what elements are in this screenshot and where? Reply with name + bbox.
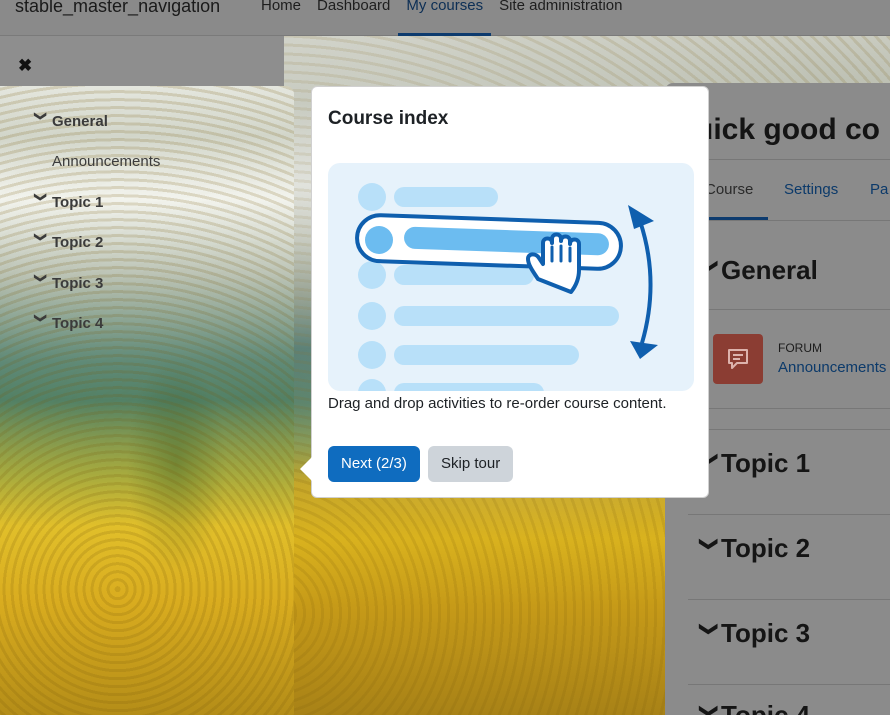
course-index-activity-label: Announcements — [52, 153, 161, 170]
tab-participants[interactable]: Pa — [870, 181, 888, 198]
chevron-down-icon[interactable]: ❯ — [34, 232, 48, 254]
section-title: Topic 3 — [721, 618, 811, 648]
course-title: uick good co — [695, 113, 881, 146]
divider — [688, 408, 890, 409]
course-index-section-topic-2[interactable]: ❯ Topic 2 — [30, 232, 104, 254]
skip-tour-button[interactable]: Skip tour — [428, 446, 514, 482]
course-index-section-label: Topic 1 — [52, 194, 104, 211]
divider — [688, 684, 890, 685]
course-index-section-topic-3[interactable]: ❯ Topic 3 — [30, 273, 104, 295]
chevron-down-icon[interactable]: ❯ — [699, 622, 720, 646]
divider — [688, 429, 890, 430]
course-index-section-label: General — [52, 113, 108, 130]
divider — [688, 159, 890, 160]
course-index-section-label: Topic 4 — [52, 315, 104, 332]
course-index-drawer-header: ✖ — [0, 36, 284, 86]
activity-type-label: FORUM — [778, 341, 822, 355]
tour-step-title: Course index — [328, 108, 449, 129]
course-index-activity-announcements[interactable]: Announcements — [52, 153, 160, 170]
chevron-down-icon[interactable]: ❯ — [34, 313, 48, 335]
tour-step-description: Drag and drop activities to re-order cou… — [328, 395, 667, 412]
section-title: General — [721, 255, 818, 285]
section-topic-3-heading[interactable]: ❯ Topic 3 — [700, 618, 811, 649]
section-title: Topic 1 — [721, 448, 811, 478]
nav-site-administration[interactable]: Site administration — [491, 0, 630, 36]
chevron-down-icon[interactable]: ❯ — [34, 192, 48, 214]
section-general-heading[interactable]: ❯ General — [700, 255, 818, 286]
section-topic-2-heading[interactable]: ❯ Topic 2 — [700, 533, 811, 564]
course-index-panel: ❯ General Announcements ❯ Topic 1 ❯ Topi… — [0, 86, 294, 715]
course-index-section-label: Topic 3 — [52, 275, 104, 292]
tab-course[interactable]: Course — [705, 181, 753, 198]
divider — [688, 220, 890, 221]
drag-and-drop-illustration — [328, 163, 694, 391]
nav-dashboard[interactable]: Dashboard — [309, 0, 398, 36]
primary-navigation: Home Dashboard My courses Site administr… — [253, 0, 631, 36]
tab-settings[interactable]: Settings — [784, 181, 838, 198]
user-tour-popover: Course index Drag and drop activities to… — [300, 86, 709, 498]
section-topic-1-heading[interactable]: ❯ Topic 1 — [700, 448, 811, 479]
nav-home[interactable]: Home — [253, 0, 309, 36]
chevron-down-icon[interactable]: ❯ — [34, 273, 48, 295]
section-topic-4-heading[interactable]: ❯ Topic 4 — [700, 700, 811, 715]
section-title: Topic 2 — [721, 533, 811, 563]
course-index-section-topic-1[interactable]: ❯ Topic 1 — [30, 192, 104, 214]
chevron-down-icon[interactable]: ❯ — [34, 111, 48, 133]
nav-my-courses[interactable]: My courses — [398, 0, 491, 36]
site-brand[interactable]: stable_master_navigation — [15, 0, 220, 17]
next-button[interactable]: Next (2/3) — [328, 446, 420, 482]
top-navbar: stable_master_navigation Home Dashboard … — [0, 0, 890, 36]
close-icon[interactable]: ✖ — [18, 56, 32, 76]
forum-icon — [713, 334, 763, 384]
course-index-section-label: Topic 2 — [52, 234, 104, 251]
course-index-section-general[interactable]: ❯ General — [30, 111, 108, 133]
divider — [688, 599, 890, 600]
divider — [688, 514, 890, 515]
course-index-section-topic-4[interactable]: ❯ Topic 4 — [30, 313, 104, 335]
chevron-down-icon[interactable]: ❯ — [699, 537, 720, 561]
divider — [688, 309, 890, 310]
section-title: Topic 4 — [721, 700, 811, 715]
popover-arrow — [300, 457, 312, 481]
chevron-down-icon[interactable]: ❯ — [699, 704, 720, 715]
activity-link-announcements[interactable]: Announcements — [778, 359, 886, 376]
